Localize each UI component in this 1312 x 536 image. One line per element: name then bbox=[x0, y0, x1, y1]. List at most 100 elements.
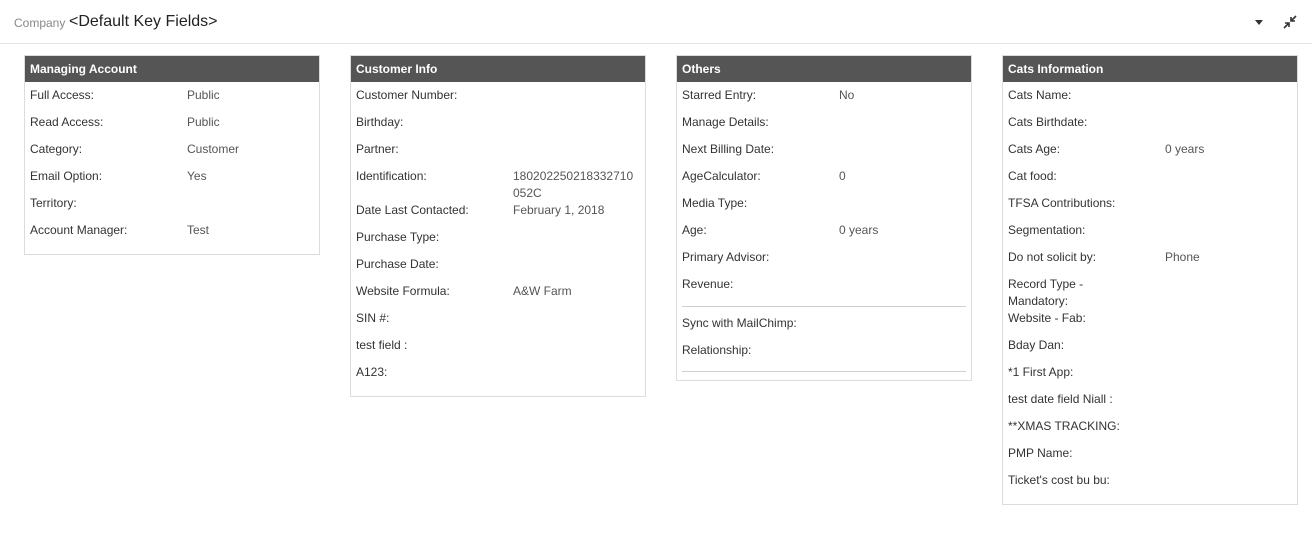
field-label: Ticket's cost bu bu: bbox=[1008, 473, 1110, 487]
field-row: Read Access: Public bbox=[25, 114, 319, 141]
field-row: Primary Advisor: bbox=[677, 249, 971, 276]
field-value bbox=[839, 249, 964, 276]
field-label: SIN #: bbox=[356, 311, 390, 325]
field-value: 0 years bbox=[839, 223, 879, 237]
field-value bbox=[1138, 391, 1290, 418]
field-value bbox=[1138, 114, 1290, 141]
field-label: Birthday: bbox=[356, 115, 404, 129]
field-row: Age: 0 years bbox=[677, 222, 971, 249]
field-row: test date field Niall : bbox=[1003, 391, 1297, 418]
field-label: Purchase Date: bbox=[356, 257, 439, 271]
field-label: Manage Details: bbox=[682, 115, 769, 129]
field-label: Primary Advisor: bbox=[682, 250, 770, 264]
field-value bbox=[1138, 418, 1290, 445]
field-row: Media Type: bbox=[677, 195, 971, 222]
panel-title: Others bbox=[677, 56, 971, 82]
field-label: PMP Name: bbox=[1008, 446, 1073, 460]
field-value bbox=[1138, 222, 1290, 249]
field-value bbox=[839, 114, 964, 141]
field-row: Identification: 180202250218332710052C bbox=[351, 168, 645, 202]
field-row: Cats Birthdate: bbox=[1003, 114, 1297, 141]
breadcrumb[interactable]: Company bbox=[14, 16, 65, 30]
field-row: Cat food: bbox=[1003, 168, 1297, 195]
field-row: Do not solicit by: Phone bbox=[1003, 249, 1297, 276]
divider bbox=[682, 371, 966, 372]
field-value bbox=[513, 114, 638, 141]
field-row: Starred Entry: No bbox=[677, 87, 971, 114]
panel-others: Others Starred Entry: No Manage Details: Ne… bbox=[676, 55, 972, 381]
field-value: 180202250218332710052C bbox=[513, 169, 634, 200]
field-row: Cats Name: bbox=[1003, 87, 1297, 114]
field-label: **XMAS TRACKING: bbox=[1008, 419, 1120, 433]
field-label: Revenue: bbox=[682, 277, 734, 291]
field-value bbox=[1138, 87, 1290, 114]
panel-customer-info: Customer Info Customer Number: Birthday: P… bbox=[350, 55, 646, 397]
field-row: Category: Customer bbox=[25, 141, 319, 168]
field-label: TFSA Contributions: bbox=[1008, 196, 1116, 210]
field-value bbox=[513, 256, 638, 283]
field-row: *1 First App: bbox=[1003, 364, 1297, 391]
field-row: Record Type - Mandatory: bbox=[1003, 276, 1297, 310]
field-label: Email Option: bbox=[30, 169, 103, 183]
field-label: Date Last Contacted: bbox=[356, 203, 469, 217]
field-label: Next Billing Date: bbox=[682, 142, 775, 156]
field-list: Sync with MailChimp: Relationship: bbox=[677, 315, 971, 369]
field-label: Cats Age: bbox=[1008, 142, 1061, 156]
field-label: Website Formula: bbox=[356, 284, 450, 298]
caret-down-icon[interactable] bbox=[1251, 14, 1267, 30]
field-label: Bday Dan: bbox=[1008, 338, 1065, 352]
field-label: Full Access: bbox=[30, 88, 95, 102]
field-label: Record Type - Mandatory: bbox=[1008, 277, 1084, 308]
field-value bbox=[513, 337, 638, 364]
field-label: *1 First App: bbox=[1008, 365, 1074, 379]
field-row: Bday Dan: bbox=[1003, 337, 1297, 364]
field-row: Sync with MailChimp: bbox=[677, 315, 971, 342]
field-row: Manage Details: bbox=[677, 114, 971, 141]
field-row: Birthday: bbox=[351, 114, 645, 141]
field-row: PMP Name: bbox=[1003, 445, 1297, 472]
panel-title: Customer Info bbox=[351, 56, 645, 82]
field-value bbox=[513, 310, 638, 337]
field-label: test field : bbox=[356, 338, 408, 352]
field-row: AgeCalculator: 0 bbox=[677, 168, 971, 195]
field-label: Identification: bbox=[356, 169, 427, 183]
field-label: Cats Birthdate: bbox=[1008, 115, 1088, 129]
divider bbox=[682, 306, 966, 307]
field-row: Next Billing Date: bbox=[677, 141, 971, 168]
page-title: <Default Key Fields> bbox=[69, 13, 218, 30]
field-row: Ticket's cost bu bu: bbox=[1003, 472, 1297, 499]
field-list: Starred Entry: No Manage Details: Next Bill… bbox=[677, 82, 971, 303]
field-label: Cat food: bbox=[1008, 169, 1057, 183]
field-value: Public bbox=[187, 88, 220, 102]
field-value: No bbox=[839, 88, 855, 102]
field-value: Phone bbox=[1165, 250, 1200, 264]
field-value: A&W Farm bbox=[513, 284, 572, 298]
field-row: Territory: bbox=[25, 195, 319, 222]
field-row: Segmentation: bbox=[1003, 222, 1297, 249]
field-row: Purchase Type: bbox=[351, 229, 645, 256]
field-value: Customer bbox=[187, 142, 240, 156]
field-row: Website - Fab: bbox=[1003, 310, 1297, 337]
field-label: Segmentation: bbox=[1008, 223, 1086, 237]
field-row: Revenue: bbox=[677, 276, 971, 303]
field-value: Public bbox=[187, 115, 220, 129]
field-row: Relationship: bbox=[677, 342, 971, 369]
field-value: Test bbox=[187, 223, 210, 237]
field-value bbox=[513, 229, 638, 256]
collapse-arrows-icon[interactable] bbox=[1282, 14, 1298, 30]
field-list: Full Access: Public Read Access: Public Cate… bbox=[25, 82, 319, 254]
field-label: Website - Fab: bbox=[1008, 311, 1086, 325]
field-value bbox=[1138, 310, 1290, 337]
field-label: A123: bbox=[356, 365, 388, 379]
field-value: 0 bbox=[839, 169, 846, 183]
field-value bbox=[513, 364, 638, 391]
field-row: Account Manager: Test bbox=[25, 222, 319, 249]
field-label: test date field Niall : bbox=[1008, 392, 1113, 406]
panel-cats-information: Cats Information Cats Name: Cats Birthdat… bbox=[1002, 55, 1298, 505]
panel-managing-account: Managing Account Full Access: Public Read … bbox=[24, 55, 320, 255]
field-value bbox=[1138, 276, 1290, 310]
field-label: Cats Name: bbox=[1008, 88, 1072, 102]
field-row: A123: bbox=[351, 364, 645, 391]
field-value bbox=[187, 195, 312, 222]
field-row: Customer Number: bbox=[351, 87, 645, 114]
